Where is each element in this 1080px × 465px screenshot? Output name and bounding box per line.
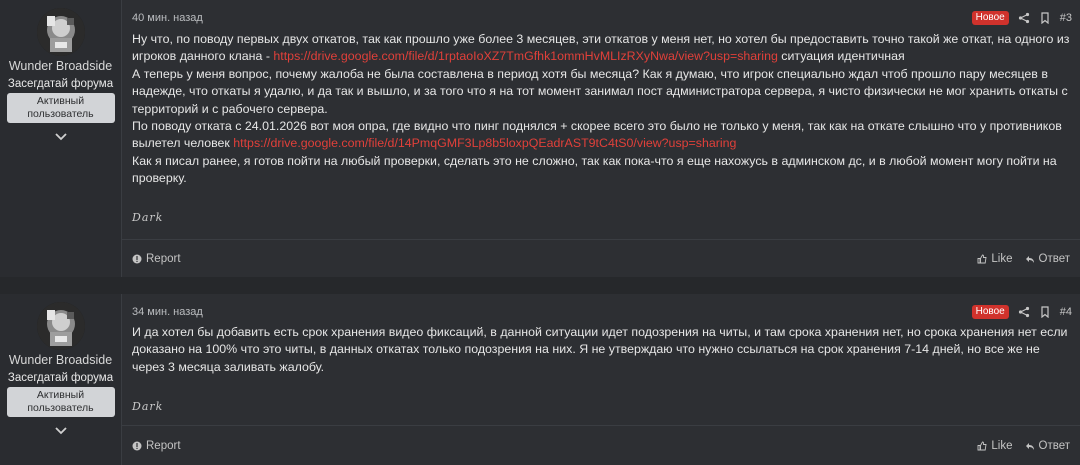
post-number[interactable]: #3: [1060, 12, 1072, 24]
reply-button[interactable]: Ответ: [1025, 440, 1070, 452]
post-3: Wunder Broadside Засегдатай форума Актив…: [0, 0, 1080, 277]
user-badge: Активный пользователь: [6, 93, 115, 123]
username[interactable]: Wunder Broadside: [9, 59, 112, 73]
report-icon: [132, 254, 142, 263]
user-title: Засегдатай форума: [7, 372, 114, 384]
message-text: ситуация идентичная: [777, 49, 905, 64]
username[interactable]: Wunder Broadside: [9, 353, 112, 367]
like-button[interactable]: Like: [977, 439, 1013, 452]
post-content: 40 мин. назад Новое #3 Ну что, по поводу…: [122, 0, 1080, 277]
post-footer: Report Like Ответ: [122, 239, 1080, 277]
message-paragraph: Как я писал ранее, я готов пойти на любы…: [132, 153, 1057, 186]
new-badge: Новое: [971, 305, 1009, 319]
post-time[interactable]: 40 мин. назад: [132, 12, 203, 24]
post-number[interactable]: #4: [1060, 306, 1072, 318]
user-title: Засегдатай форума: [7, 78, 114, 90]
report-icon: [132, 441, 142, 450]
user-info: Wunder Broadside Засегдатай форума Актив…: [0, 294, 122, 465]
signature: Dark: [132, 211, 164, 224]
message-paragraph: И да хотел бы добавить есть срок хранени…: [132, 325, 1068, 374]
drive-link[interactable]: https://drive.google.com/file/d/14PmqGMF…: [233, 136, 736, 150]
message-paragraph: А теперь у меня вопрос, почему жалоба не…: [132, 66, 1068, 116]
report-label: Report: [146, 252, 181, 265]
report-label: Report: [146, 439, 181, 452]
bookmark-icon[interactable]: [1039, 12, 1051, 24]
report-button[interactable]: Report: [132, 253, 181, 265]
reply-icon: [1025, 442, 1034, 450]
post-header: 40 мин. назад Новое #3: [132, 10, 1072, 26]
post-footer: Report Like Ответ: [122, 425, 1080, 465]
new-badge: Новое: [971, 11, 1009, 25]
like-label: Like: [991, 439, 1013, 452]
report-button[interactable]: Report: [132, 440, 181, 452]
user-badge: Активный пользователь: [6, 387, 115, 417]
like-icon: [977, 254, 987, 263]
like-label: Like: [991, 252, 1013, 265]
like-button[interactable]: Like: [977, 252, 1013, 265]
share-icon[interactable]: [1018, 12, 1030, 24]
message-paragraph: Ну что, по поводу первых двух откатов, т…: [132, 31, 1070, 66]
signature: Dark: [132, 400, 164, 413]
share-icon[interactable]: [1018, 306, 1030, 318]
bookmark-icon[interactable]: [1039, 306, 1051, 318]
post-4: Wunder Broadside Засегдатай форума Актив…: [0, 294, 1080, 465]
message-paragraph: По поводу отката с 24.01.2026 вот моя оп…: [132, 118, 1070, 153]
post-header: 34 мин. назад Новое #4: [132, 304, 1072, 320]
avatar[interactable]: [36, 302, 85, 350]
chevron-down-icon[interactable]: [54, 132, 68, 142]
post-message: Ну что, по поводу первых двух откатов, т…: [132, 31, 1070, 188]
avatar[interactable]: [36, 8, 85, 56]
chevron-down-icon[interactable]: [54, 426, 68, 436]
drive-link[interactable]: https://drive.google.com/file/d/1rptaoIo…: [273, 49, 777, 63]
reply-icon: [1025, 255, 1034, 263]
post-time[interactable]: 34 мин. назад: [132, 306, 203, 318]
reply-label: Ответ: [1038, 439, 1070, 452]
user-info: Wunder Broadside Засегдатай форума Актив…: [0, 0, 122, 277]
post-content: 34 мин. назад Новое #4 И да хотел бы доб…: [122, 294, 1080, 465]
reply-label: Ответ: [1038, 252, 1070, 265]
post-message: И да хотел бы добавить есть срок хранени…: [132, 324, 1070, 376]
reply-button[interactable]: Ответ: [1025, 253, 1070, 265]
like-icon: [977, 441, 987, 450]
